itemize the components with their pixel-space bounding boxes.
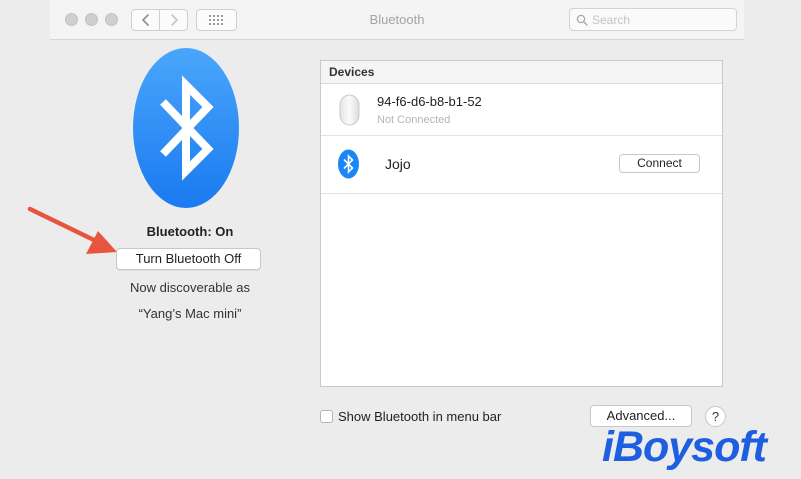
devices-header: Devices (321, 61, 722, 84)
search-icon (576, 14, 588, 26)
show-in-menubar-checkbox[interactable]: Show Bluetooth in menu bar (320, 409, 501, 424)
bluetooth-icon (338, 149, 359, 179)
checkbox[interactable] (320, 410, 333, 423)
pointer-arrow-icon (27, 206, 117, 254)
device-row[interactable]: Jojo Connect (321, 136, 722, 194)
watermark-logo: iBoysoft (602, 423, 767, 471)
connect-button[interactable]: Connect (619, 154, 700, 173)
device-name: Jojo (385, 156, 411, 172)
search-field[interactable] (569, 8, 737, 31)
bluetooth-status: Bluetooth: On (146, 224, 234, 239)
devices-list[interactable]: Devices 94-f6-d6-b8-b1-52 Not Connected … (320, 60, 723, 387)
mouse-icon (339, 94, 360, 126)
show-in-menubar-label: Show Bluetooth in menu bar (338, 409, 502, 424)
device-status: Not Connected (377, 114, 451, 126)
discoverable-label: Now discoverable as (130, 280, 250, 295)
search-input[interactable] (592, 12, 722, 27)
turn-bluetooth-off-button[interactable]: Turn Bluetooth Off (116, 248, 261, 270)
computer-name: “Yang’s Mac mini” (138, 306, 242, 321)
window-titlebar: Bluetooth (50, 0, 744, 40)
bluetooth-logo-icon (133, 48, 239, 208)
device-name: 94-f6-d6-b8-b1-52 (377, 94, 482, 109)
device-row[interactable]: 94-f6-d6-b8-b1-52 Not Connected (321, 84, 722, 136)
